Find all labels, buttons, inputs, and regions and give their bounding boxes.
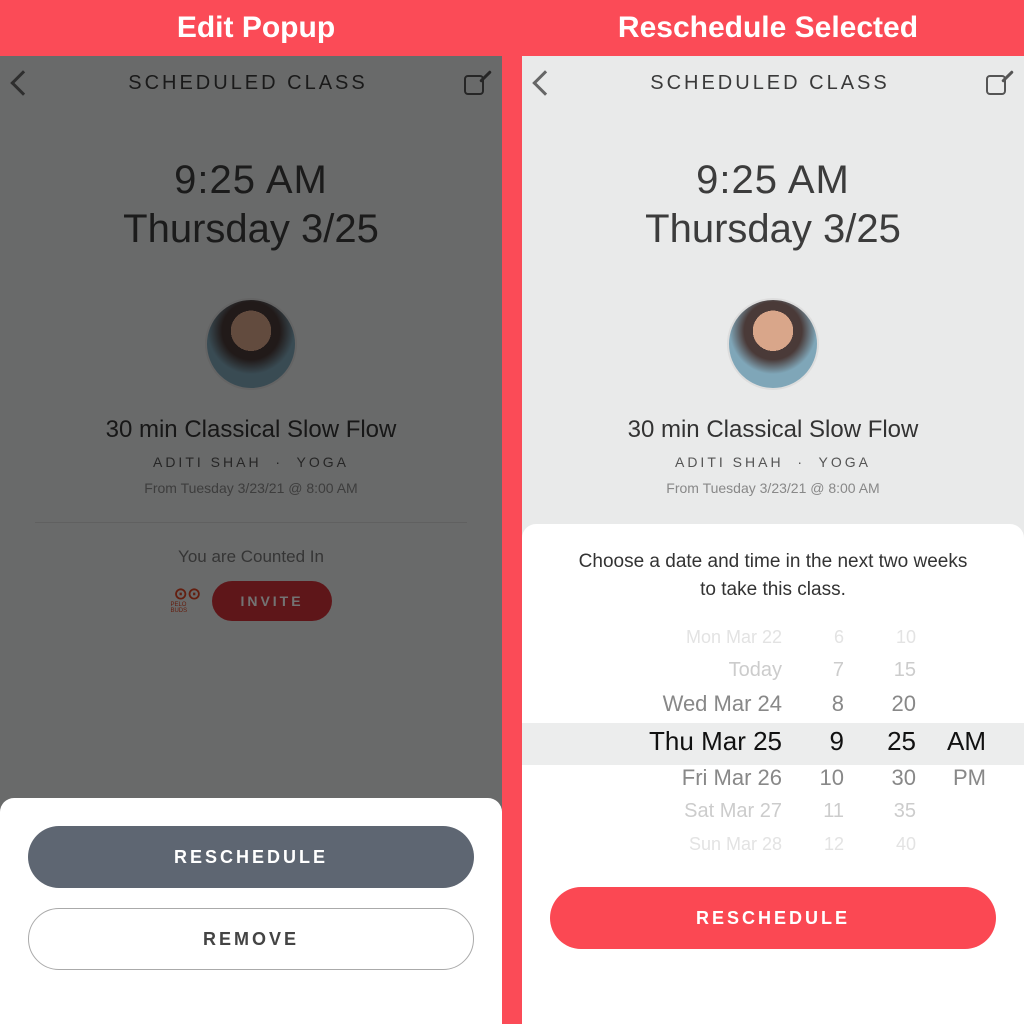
picker-row[interactable]: Mon Mar 22	[686, 621, 782, 654]
header-left: Edit Popup	[0, 0, 512, 56]
picker-row[interactable]: Sat Mar 27	[684, 795, 782, 828]
meta-separator: ·	[797, 454, 805, 470]
picker-row[interactable]: 12	[824, 828, 844, 861]
edit-icon[interactable]	[986, 71, 1010, 95]
picker-row[interactable]: 10	[820, 762, 844, 795]
picker-row[interactable]: 11	[823, 795, 844, 828]
picker-row[interactable]: 6	[834, 621, 844, 654]
picker-row[interactable]: Today	[729, 654, 782, 687]
back-icon[interactable]	[532, 70, 557, 95]
nav-title: SCHEDULED CLASS	[650, 72, 890, 95]
picker-minute-column[interactable]: 10 15 20 25 30 35 40	[844, 621, 916, 861]
picker-ampm-column[interactable]: AM PM	[916, 621, 986, 861]
instructor-avatar	[727, 298, 819, 390]
picker-row-selected[interactable]: AM	[947, 721, 986, 762]
reschedule-button[interactable]: RESCHEDULE	[28, 826, 474, 888]
picker-row[interactable]: 35	[894, 795, 916, 828]
reschedule-sheet: Choose a date and time in the next two w…	[522, 524, 1024, 1024]
class-date: Thursday 3/25	[645, 207, 901, 252]
picker-row[interactable]: PM	[953, 762, 986, 795]
edit-action-sheet: RESCHEDULE REMOVE	[0, 798, 502, 1024]
picker-row[interactable]: Sun Mar 28	[689, 828, 782, 861]
remove-button[interactable]: REMOVE	[28, 908, 474, 970]
reschedule-instruction: Choose a date and time in the next two w…	[550, 546, 996, 621]
picker-row[interactable]: Wed Mar 24	[663, 687, 782, 720]
picker-row-selected[interactable]: Thu Mar 25	[649, 721, 782, 762]
screen-reschedule: SCHEDULED CLASS 9:25 AM Thursday 3/25 30…	[522, 56, 1024, 1024]
nav-bar: SCHEDULED CLASS	[522, 56, 1024, 110]
picker-row[interactable]: 10	[896, 621, 916, 654]
reschedule-confirm-button[interactable]: RESCHEDULE	[550, 887, 996, 949]
picker-row[interactable]: 8	[832, 687, 844, 720]
picker-row-selected[interactable]: 9	[830, 721, 844, 762]
datetime-picker[interactable]: Mon Mar 22 Today Wed Mar 24 Thu Mar 25 F…	[550, 621, 996, 861]
class-category: YOGA	[819, 454, 871, 470]
picker-row[interactable]: 40	[896, 828, 916, 861]
picker-hour-column[interactable]: 6 7 8 9 10 11 12	[782, 621, 844, 861]
class-meta: ADITI SHAH · YOGA	[675, 454, 871, 470]
class-title: 30 min Classical Slow Flow	[628, 416, 919, 444]
picker-row-selected[interactable]: 25	[887, 721, 916, 762]
picker-row[interactable]: 7	[833, 654, 844, 687]
header-right: Reschedule Selected	[512, 0, 1024, 56]
picker-row[interactable]: Fri Mar 26	[682, 762, 782, 795]
picker-row[interactable]: 30	[892, 762, 916, 795]
picker-row[interactable]: 15	[894, 654, 916, 687]
class-from: From Tuesday 3/23/21 @ 8:00 AM	[666, 480, 879, 496]
picker-row[interactable]: 20	[892, 687, 916, 720]
screen-edit-popup: SCHEDULED CLASS 9:25 AM Thursday 3/25 30…	[0, 56, 502, 1024]
picker-date-column[interactable]: Mon Mar 22 Today Wed Mar 24 Thu Mar 25 F…	[572, 621, 782, 861]
class-time: 9:25 AM	[696, 158, 850, 203]
instructor-name: ADITI SHAH	[675, 454, 784, 470]
